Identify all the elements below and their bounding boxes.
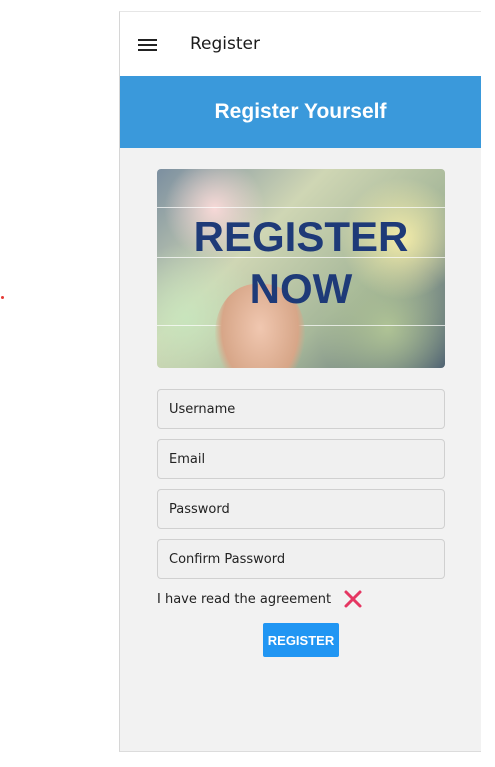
- username-field[interactable]: [157, 389, 445, 429]
- stray-red-dot: [1, 296, 4, 299]
- header-banner: Register Yourself: [120, 76, 481, 148]
- hero-text-now: NOW: [249, 265, 353, 312]
- password-input[interactable]: [169, 501, 433, 517]
- app-bar: Register: [120, 12, 481, 76]
- register-now-image: REGISTER NOW: [157, 169, 445, 368]
- app-window: Register Register Yourself REGISTER NOW …: [119, 11, 481, 752]
- email-field[interactable]: [157, 439, 445, 479]
- username-input[interactable]: [169, 401, 433, 417]
- confirm-password-input[interactable]: [169, 551, 433, 567]
- email-input[interactable]: [169, 451, 433, 467]
- confirm-password-field[interactable]: [157, 539, 445, 579]
- hamburger-menu-icon[interactable]: [138, 39, 157, 52]
- hero-text-register: REGISTER: [193, 213, 409, 260]
- app-bar-title: Register: [190, 34, 260, 54]
- register-button[interactable]: REGISTER: [263, 623, 339, 657]
- password-field[interactable]: [157, 489, 445, 529]
- agreement-row: I have read the agreement: [157, 589, 363, 609]
- agreement-label: I have read the agreement: [157, 591, 332, 607]
- banner-title: Register Yourself: [214, 100, 387, 123]
- close-x-icon[interactable]: [343, 589, 363, 609]
